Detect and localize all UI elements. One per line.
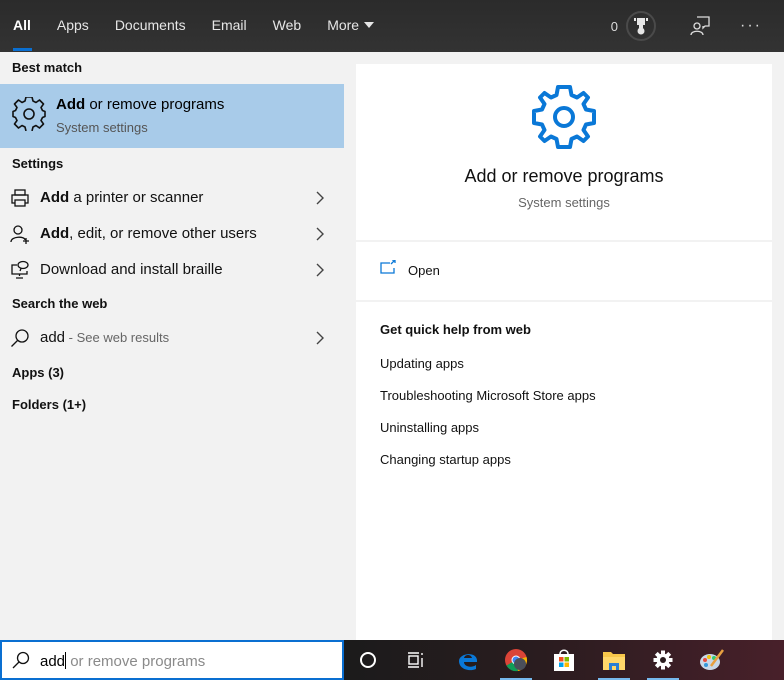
chevron-right-icon	[316, 191, 324, 205]
tab-all[interactable]: All	[0, 0, 44, 52]
search-scope-bar: All Apps Documents Email Web More 0 ···	[0, 0, 784, 52]
cortana-icon	[360, 652, 376, 668]
tab-email[interactable]: Email	[199, 0, 260, 52]
web-search-item[interactable]: add - See web results	[0, 320, 344, 356]
more-options-icon[interactable]: ···	[740, 17, 762, 35]
chrome-icon	[505, 649, 527, 672]
taskbar-paint[interactable]	[688, 640, 736, 680]
help-link-troubleshooting-store[interactable]: Troubleshooting Microsoft Store apps	[380, 388, 596, 403]
taskbar-cortana[interactable]	[344, 640, 392, 680]
tab-web-label: Web	[272, 17, 302, 33]
tab-more[interactable]: More	[314, 0, 387, 52]
label-rest: Download and install braille	[40, 261, 223, 278]
best-match-title-rest: or remove programs	[85, 96, 225, 113]
web-suffix: - See web results	[65, 330, 170, 345]
help-link-updating-apps[interactable]: Updating apps	[380, 356, 464, 371]
search-input[interactable]: add or remove programs	[0, 640, 344, 680]
folders-group-header[interactable]: Folders (1+)	[0, 389, 86, 421]
edge-icon	[459, 654, 477, 671]
open-icon	[380, 260, 396, 274]
best-match-item[interactable]: Add or remove programs System settings	[0, 84, 344, 148]
quick-help-header: Get quick help from web	[380, 322, 531, 337]
text-cursor	[65, 652, 67, 669]
help-link-uninstalling-apps[interactable]: Uninstalling apps	[380, 420, 479, 435]
settings-item-label: Add a printer or scanner	[40, 189, 203, 206]
label-bold: Add	[40, 189, 70, 206]
chevron-right-icon	[316, 331, 324, 345]
best-match-title: Add or remove programs	[56, 96, 224, 113]
feedback-icon[interactable]	[690, 16, 710, 36]
divider	[356, 300, 772, 302]
chevron-right-icon	[316, 263, 324, 277]
trophy-icon	[634, 18, 649, 35]
caret-down-icon	[364, 22, 375, 28]
tab-email-label: Email	[211, 17, 247, 33]
tab-documents[interactable]: Documents	[102, 0, 199, 52]
rewards-points: 0	[610, 18, 619, 34]
open-button[interactable]: Open	[356, 244, 772, 296]
web-search-label: add - See web results	[40, 329, 169, 346]
open-label: Open	[408, 263, 440, 278]
search-icon	[12, 651, 30, 669]
settings-item-braille[interactable]: Download and install braille	[0, 252, 344, 288]
taskbar-microsoft-store[interactable]	[540, 640, 588, 680]
file-explorer-icon	[603, 652, 625, 670]
gear-icon	[12, 97, 46, 131]
gear-icon	[532, 85, 596, 149]
apps-group-header[interactable]: Apps (3)	[0, 357, 64, 389]
search-web-header: Search the web	[12, 296, 108, 311]
tab-apps-label: Apps	[56, 17, 89, 33]
search-typed-text: add	[40, 653, 66, 670]
divider	[356, 240, 772, 242]
trophy-button[interactable]	[626, 11, 657, 41]
results-list: Best match Add or remove programs System…	[0, 52, 344, 640]
preview-subtitle: System settings	[518, 195, 610, 210]
best-match-subtitle: System settings	[56, 120, 148, 135]
settings-item-label: Download and install braille	[40, 261, 223, 278]
chevron-right-icon	[316, 227, 324, 241]
store-icon	[554, 649, 574, 671]
settings-header: Settings	[12, 156, 64, 171]
preview-pane: Add or remove programs System settings O…	[356, 64, 772, 640]
scope-tabs: All Apps Documents Email Web More	[0, 0, 387, 52]
settings-item-printer[interactable]: Add a printer or scanner	[0, 180, 344, 216]
tab-all-label: All	[13, 17, 31, 33]
best-match-header: Best match	[12, 60, 83, 75]
label-bold: Add	[40, 225, 70, 242]
braille-display-icon	[11, 260, 29, 279]
web-query: add	[40, 329, 66, 346]
taskbar-file-explorer[interactable]	[590, 640, 638, 680]
search-icon	[11, 329, 29, 347]
tab-more-label: More	[327, 17, 360, 33]
taskbar-task-view[interactable]	[392, 640, 440, 680]
best-match-title-bold: Add	[56, 96, 86, 113]
help-link-startup-apps[interactable]: Changing startup apps	[380, 452, 511, 467]
add-user-icon	[10, 225, 29, 244]
tab-apps[interactable]: Apps	[44, 0, 102, 52]
settings-gear-icon	[653, 650, 673, 670]
label-rest: , edit, or remove other users	[69, 225, 257, 242]
search-autocomplete: or remove programs	[70, 653, 206, 670]
preview-title: Add or remove programs	[464, 166, 664, 186]
task-view-icon	[408, 652, 423, 668]
search-query: add or remove programs	[40, 652, 205, 670]
taskbar-edge[interactable]	[444, 640, 492, 680]
topbar-actions: 0 ···	[611, 0, 784, 52]
tab-web[interactable]: Web	[260, 0, 315, 52]
paint-icon	[700, 649, 724, 670]
taskbar	[344, 640, 784, 680]
taskbar-chrome[interactable]	[492, 640, 540, 680]
taskbar-settings[interactable]	[639, 640, 687, 680]
tab-documents-label: Documents	[114, 17, 186, 33]
label-rest: a printer or scanner	[69, 189, 204, 206]
settings-item-label: Add, edit, or remove other users	[40, 225, 257, 242]
settings-item-users[interactable]: Add, edit, or remove other users	[0, 216, 344, 252]
printer-icon	[11, 189, 29, 207]
